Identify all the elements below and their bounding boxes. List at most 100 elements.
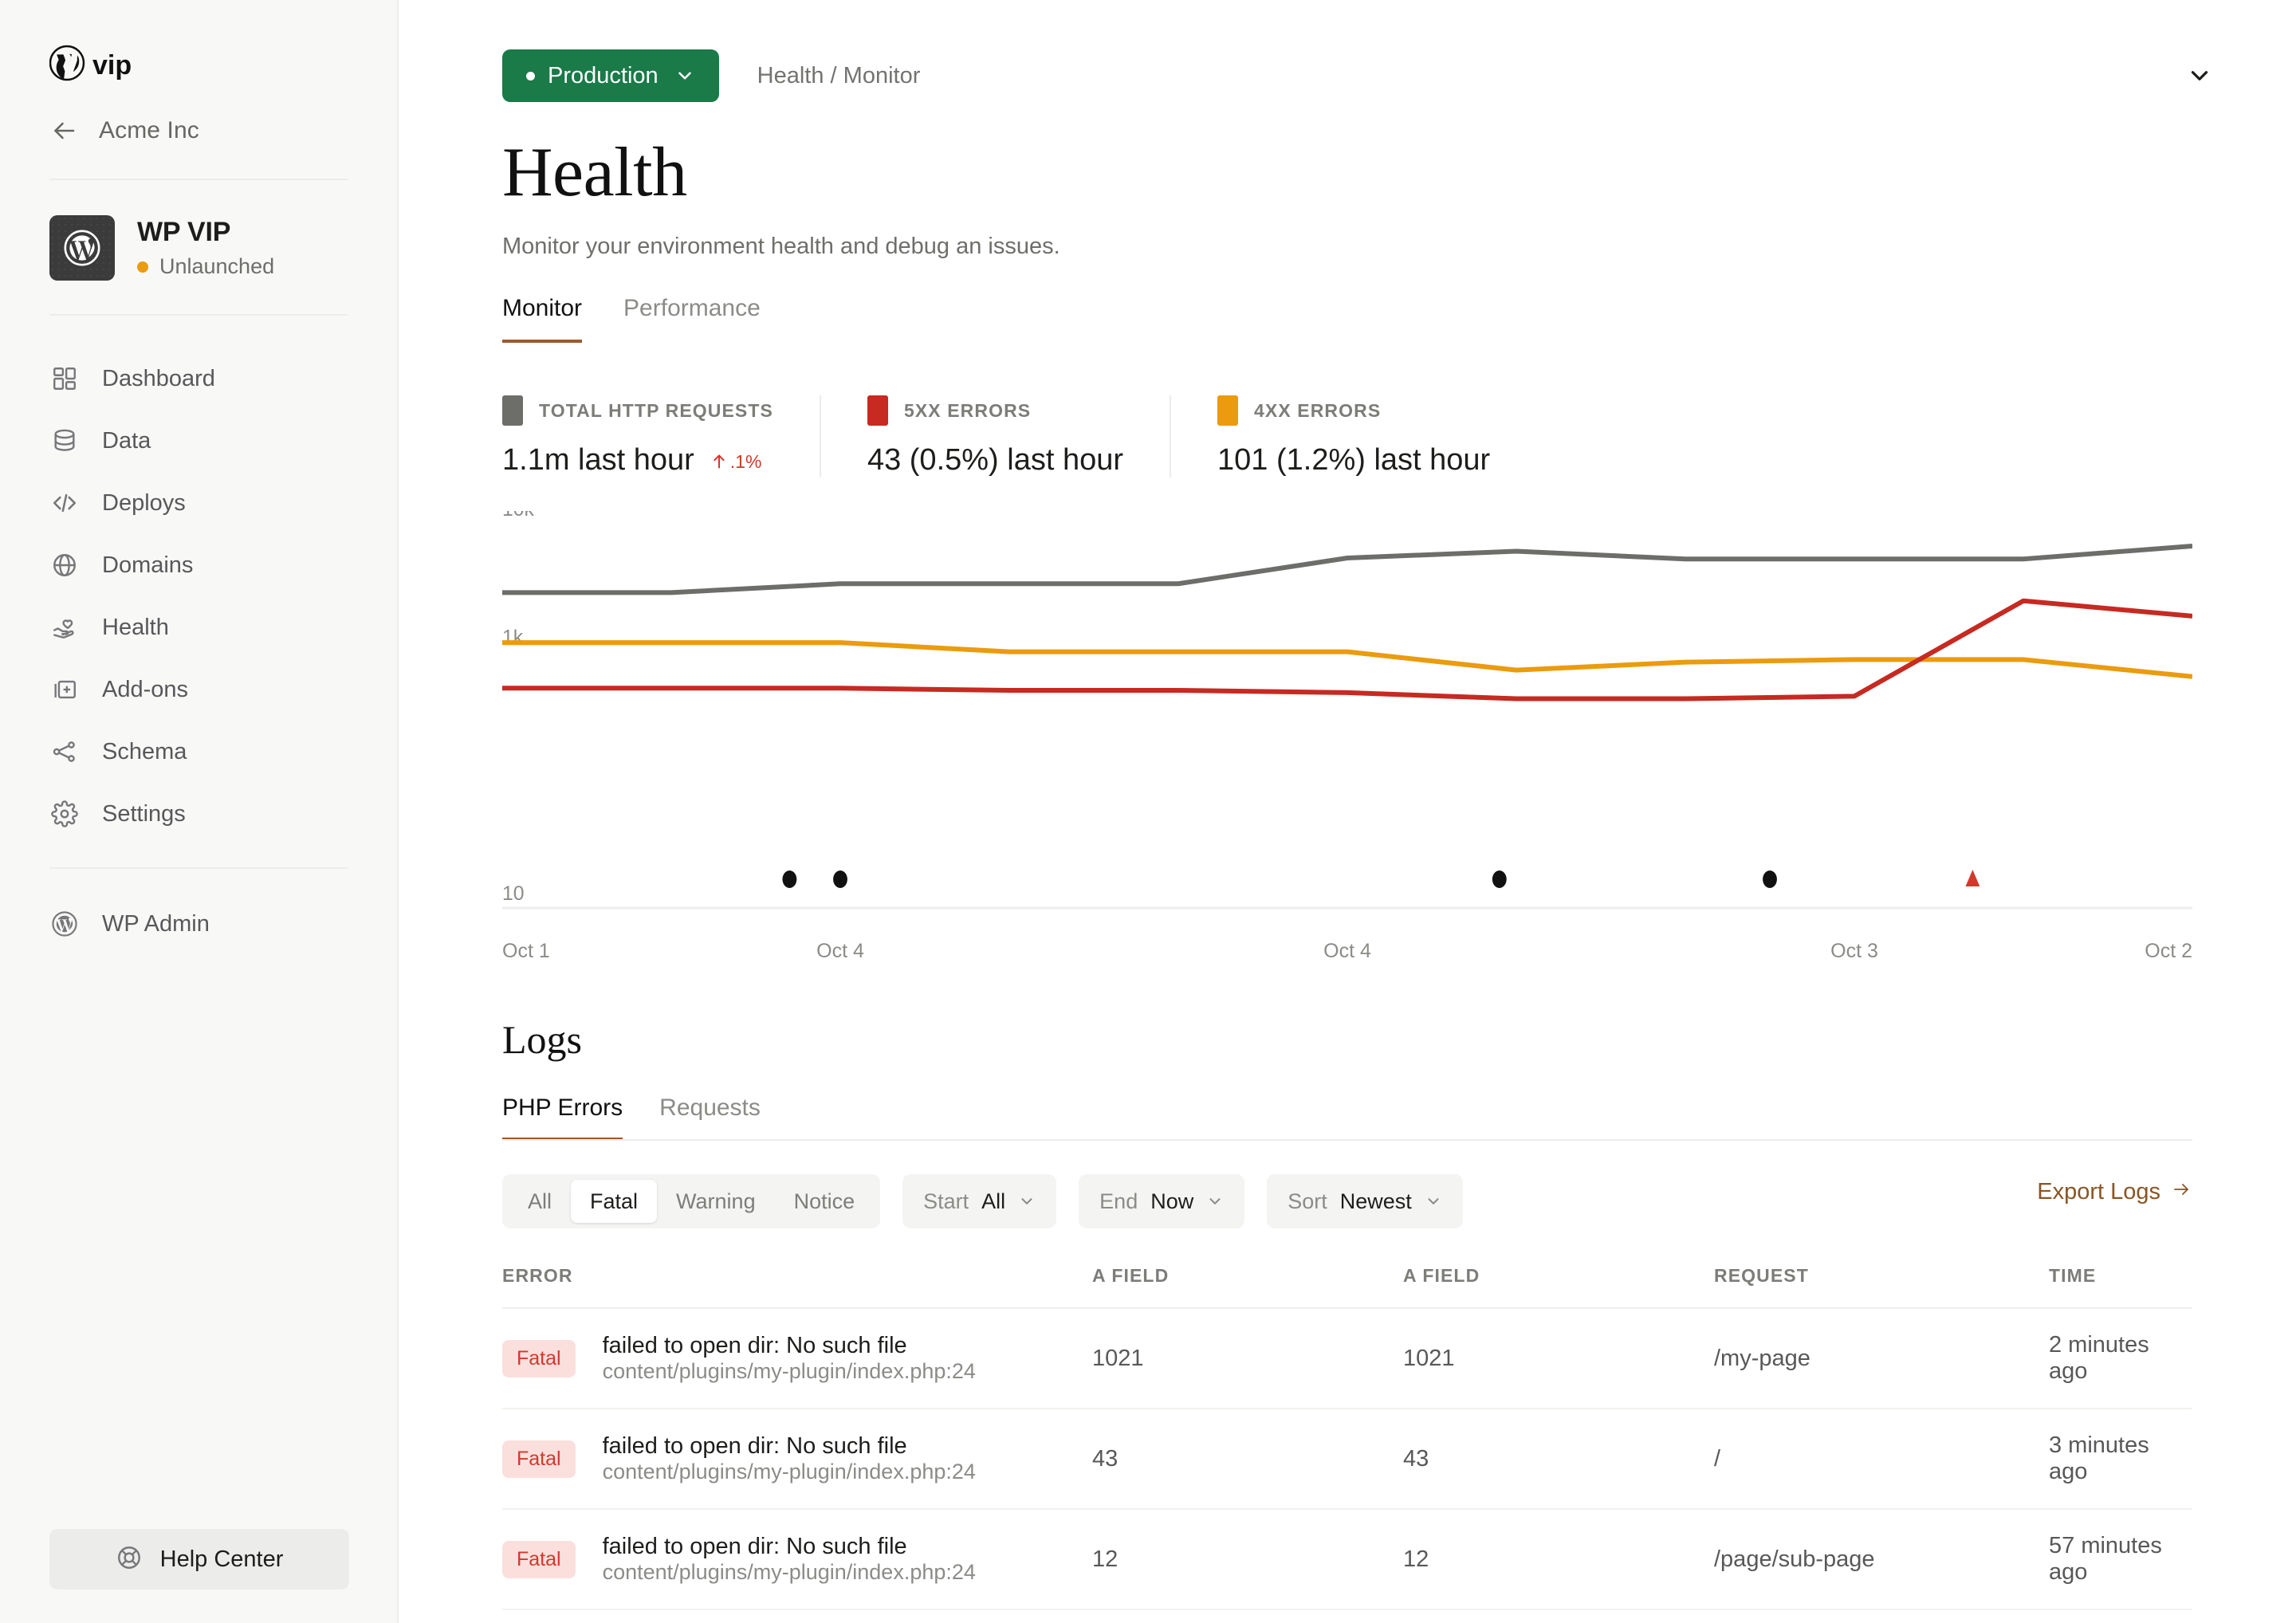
logs-filters: All Fatal Warning Notice Start All End N… xyxy=(399,1142,2296,1228)
sidebar-item-label: Dashboard xyxy=(102,365,215,391)
cell-request: /my-page xyxy=(1714,1345,1810,1371)
logs-tabs-rule xyxy=(502,1139,2192,1141)
stat-total-http-requests: TOTAL HTTP REQUESTS 1.1m last hour .1% xyxy=(502,395,820,477)
sidebar-divider-site xyxy=(49,314,348,316)
severity-option-warning[interactable]: Warning xyxy=(657,1180,775,1223)
error-message: failed to open dir: No such file xyxy=(602,1333,907,1358)
chart-y-tick: 10k xyxy=(502,511,534,521)
error-message: failed to open dir: No such file xyxy=(602,1433,907,1459)
status-badge: Fatal xyxy=(502,1540,576,1578)
start-filter-dropdown[interactable]: Start All xyxy=(902,1174,1057,1228)
sidebar-item-label: Add-ons xyxy=(102,676,189,702)
end-filter-key: End xyxy=(1099,1189,1138,1213)
chart-marker-circle xyxy=(782,870,797,888)
back-to-org-button[interactable]: Acme Inc xyxy=(0,81,397,145)
end-filter-dropdown[interactable]: End Now xyxy=(1079,1174,1245,1228)
cell-time: 57 minutes ago xyxy=(2049,1533,2162,1585)
sidebar-item-schema[interactable]: Schema xyxy=(49,721,397,783)
wordpress-icon xyxy=(49,215,115,281)
severity-option-all[interactable]: All xyxy=(509,1180,571,1223)
chart-marker-circle xyxy=(1492,870,1507,888)
site-name: WP VIP xyxy=(137,217,231,247)
help-center-button[interactable]: Help Center xyxy=(49,1529,349,1590)
page-tabs-wrap: Monitor Performance xyxy=(399,260,2296,343)
stat-color-swatch xyxy=(1217,395,1239,426)
code-icon xyxy=(49,488,80,518)
sidebar-item-add-ons[interactable]: Add-ons xyxy=(49,658,397,721)
tab-monitor[interactable]: Monitor xyxy=(502,295,583,343)
site-status-label: Unlaunched xyxy=(159,254,275,278)
site-status: Unlaunched xyxy=(137,254,274,279)
breadcrumb[interactable]: Health / Monitor xyxy=(757,63,921,89)
status-badge: Fatal xyxy=(502,1440,576,1478)
export-logs-button[interactable]: Export Logs xyxy=(2037,1179,2192,1205)
severity-option-fatal[interactable]: Fatal xyxy=(571,1180,658,1223)
environment-selector[interactable]: Production xyxy=(502,49,719,102)
cell-a-field-1: 1021 xyxy=(1092,1345,1144,1371)
sidebar-item-domains[interactable]: Domains xyxy=(49,534,397,596)
stat-delta-value: .1% xyxy=(729,450,762,472)
cell-a-field-1: 43 xyxy=(1092,1445,1119,1472)
sidebar-item-label: Data xyxy=(102,427,151,454)
stat-color-swatch xyxy=(867,395,888,426)
arrow-up-icon xyxy=(714,454,725,469)
tab-performance[interactable]: Performance xyxy=(623,295,761,343)
table-row[interactable]: Fatal failed to open dir: No such file c… xyxy=(502,1510,2192,1610)
stat-color-swatch xyxy=(502,395,523,426)
sidebar-item-health[interactable]: Health xyxy=(49,596,397,658)
column-header-error: ERROR xyxy=(502,1265,573,1286)
sidebar-item-deploys[interactable]: Deploys xyxy=(49,472,397,534)
chart-y-tick: 1k xyxy=(502,627,524,649)
cell-a-field-2: 1021 xyxy=(1403,1345,1455,1371)
logs-tabs: PHP Errors Requests xyxy=(399,1063,2296,1141)
stat-value-row: 101 (1.2%) last hour xyxy=(1217,443,1490,477)
sort-filter-dropdown[interactable]: Sort Newest xyxy=(1267,1174,1463,1228)
chart-marker-circle xyxy=(1763,870,1777,888)
column-header-a-field-1: A FIELD xyxy=(1092,1265,1170,1286)
sidebar-item-settings[interactable]: Settings xyxy=(49,783,397,845)
chart-x-tick: Oct 2 xyxy=(2145,940,2192,962)
sidebar-item-label: Domains xyxy=(102,552,194,578)
stat-label: TOTAL HTTP REQUESTS xyxy=(539,399,773,421)
column-header-request: REQUEST xyxy=(1714,1265,1809,1286)
error-cell: Fatal failed to open dir: No such file c… xyxy=(502,1333,1092,1384)
arrow-right-icon xyxy=(2170,1179,2192,1205)
error-text: failed to open dir: No such file content… xyxy=(603,1534,976,1585)
sidebar-item-wp-admin[interactable]: WP Admin xyxy=(49,893,397,955)
database-icon xyxy=(49,426,80,456)
sidebar-secondary-nav: WP Admin xyxy=(0,893,397,955)
table-row[interactable]: Fatal failed to open dir: No such file c… xyxy=(502,1309,2192,1409)
schema-icon xyxy=(49,737,80,767)
chevron-down-icon xyxy=(1018,1193,1036,1210)
lifebuoy-icon xyxy=(116,1544,143,1575)
cell-a-field-2: 12 xyxy=(1403,1546,1429,1572)
wordpress-icon xyxy=(49,909,80,939)
start-filter-key: Start xyxy=(923,1189,969,1213)
sidebar-item-label: Deploys xyxy=(102,489,186,516)
tab-requests[interactable]: Requests xyxy=(659,1094,761,1141)
wpvip-logo[interactable]: vip xyxy=(0,0,397,81)
stat-4xx-errors: 4XX ERRORS 101 (1.2%) last hour xyxy=(1170,395,1536,477)
table-row[interactable]: Fatal failed to open dir: No such file c… xyxy=(502,1409,2192,1510)
stat-5xx-errors: 5XX ERRORS 43 (0.5%) last hour xyxy=(819,395,1170,477)
sidebar-item-data[interactable]: Data xyxy=(49,410,397,472)
sidebar-item-dashboard[interactable]: Dashboard xyxy=(49,348,397,410)
chart-x-tick: Oct 1 xyxy=(502,940,550,962)
tab-php-errors[interactable]: PHP Errors xyxy=(502,1094,623,1141)
sort-filter-value: Newest xyxy=(1339,1189,1412,1213)
site-switcher[interactable]: WP VIP Unlaunched xyxy=(0,180,397,281)
cell-a-field-1: 12 xyxy=(1092,1546,1119,1572)
svg-text:vip: vip xyxy=(92,50,132,81)
gear-icon xyxy=(49,799,80,829)
column-header-a-field-2: A FIELD xyxy=(1403,1265,1480,1286)
stat-value: 101 (1.2%) last hour xyxy=(1217,443,1491,477)
logs-title: Logs xyxy=(502,1017,582,1062)
stats-row: TOTAL HTTP REQUESTS 1.1m last hour .1% 5… xyxy=(399,343,2296,477)
page-options-chevron-icon[interactable] xyxy=(2186,62,2213,89)
health-chart-svg: 10k 1k 10 xyxy=(502,511,2192,910)
logs-table-header: ERROR A FIELD A FIELD REQUEST TIME xyxy=(502,1265,2192,1309)
severity-option-notice[interactable]: Notice xyxy=(775,1180,875,1223)
page-subtitle: Monitor your environment health and debu… xyxy=(502,234,1060,259)
back-label: Acme Inc xyxy=(99,117,199,143)
stat-delta: .1% xyxy=(712,450,762,473)
